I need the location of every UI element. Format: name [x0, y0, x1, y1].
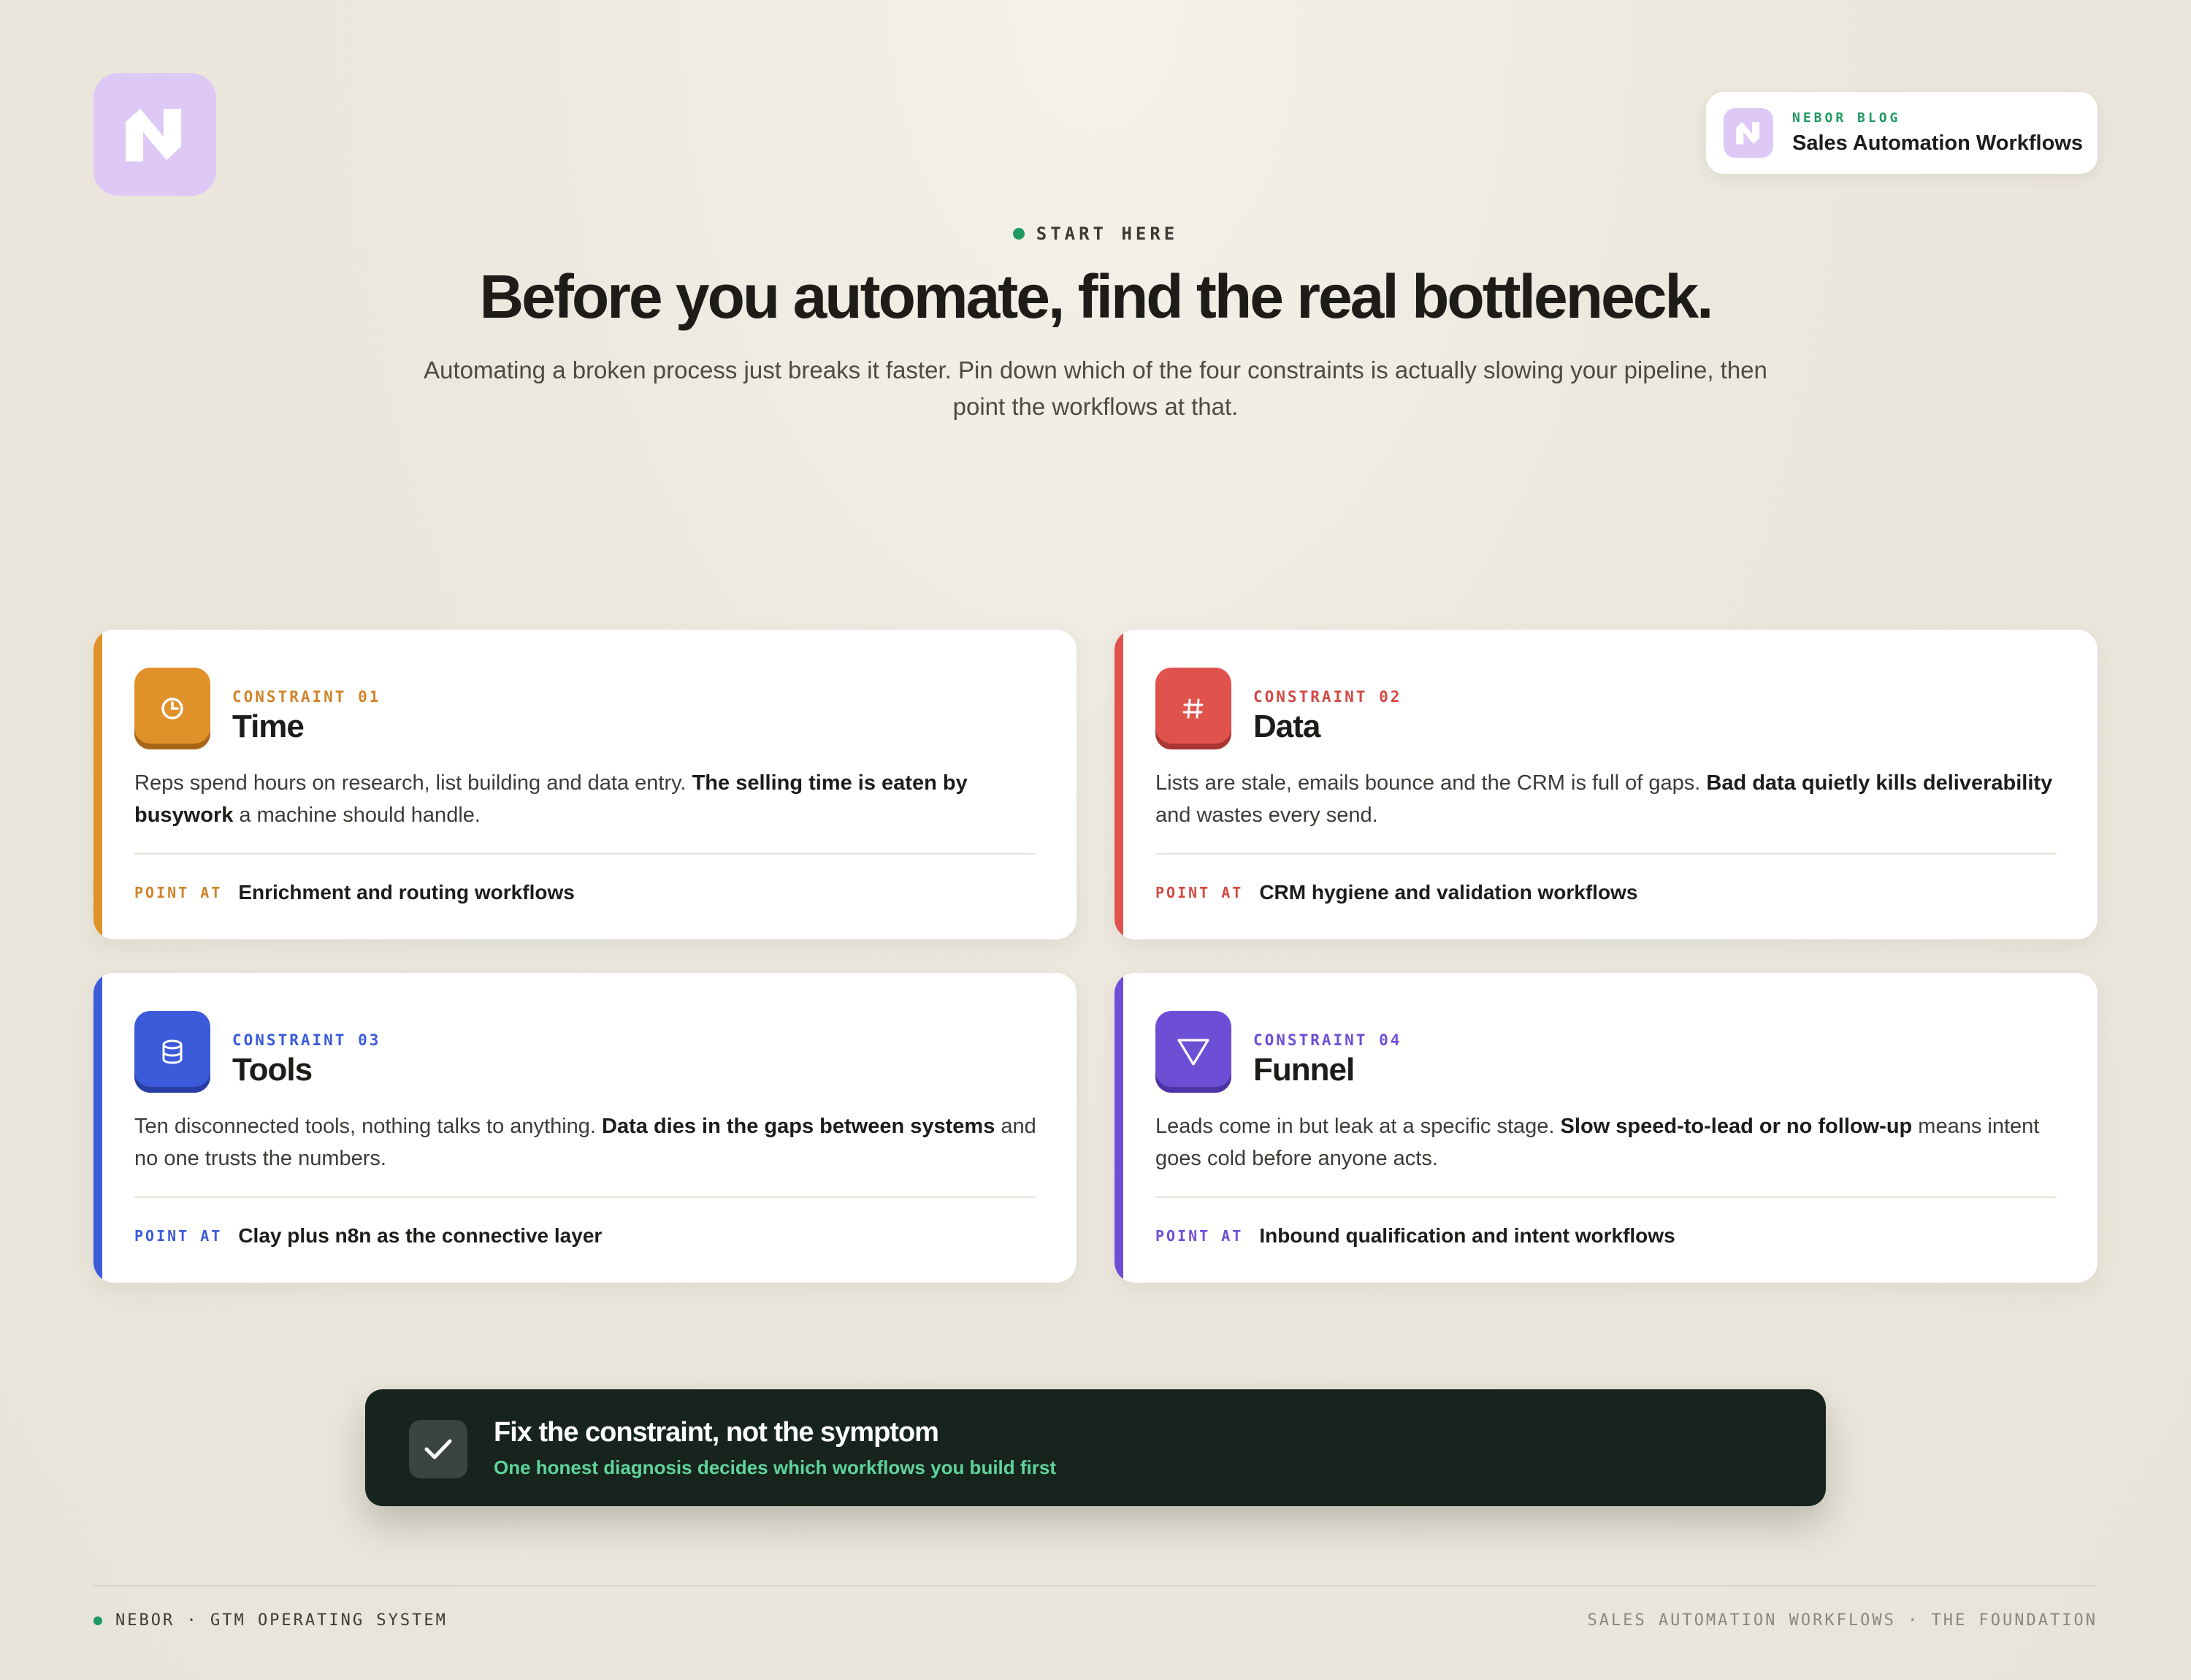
card-kicker: CONSTRAINT 01: [232, 688, 381, 706]
card-accent-bar: [1114, 973, 1123, 1283]
card-icon-tile: [1155, 668, 1231, 749]
card-point-at: POINT AT Inbound qualification and inten…: [1155, 1224, 1675, 1248]
card-kicker: CONSTRAINT 03: [232, 1031, 381, 1049]
card-body-text: and wastes every send.: [1155, 803, 1378, 827]
point-at-text: Enrichment and routing workflows: [238, 881, 575, 904]
card-body: Ten disconnected tools, nothing talks to…: [134, 1110, 1040, 1175]
card-point-at: POINT AT Clay plus n8n as the connective…: [134, 1224, 602, 1248]
blog-badge[interactable]: NEBOR BLOG Sales Automation Workflows: [1706, 92, 2098, 174]
blog-kicker: NEBOR BLOG: [1792, 110, 1901, 126]
footer-left-text: NEBOR · GTM OPERATING SYSTEM: [115, 1611, 448, 1630]
card-title: Tools: [232, 1052, 313, 1088]
card-body-emphasis: Data dies in the gaps between systems: [602, 1115, 995, 1138]
card-body: Leads come in but leak at a specific sta…: [1155, 1110, 2061, 1175]
footer-divider: [93, 1585, 2098, 1587]
card-divider: [134, 853, 1036, 855]
card-icon-tile: [134, 668, 210, 749]
hash-icon: [1182, 698, 1204, 719]
card-body-emphasis: Slow speed-to-lead or no follow-up: [1560, 1115, 1913, 1138]
card-point-at: POINT AT Enrichment and routing workflow…: [134, 881, 575, 904]
point-at-text: Clay plus n8n as the connective layer: [238, 1224, 603, 1247]
card-point-at: POINT AT CRM hygiene and validation work…: [1155, 881, 1637, 904]
card-kicker: CONSTRAINT 02: [1253, 688, 1402, 706]
hero-kicker: START HERE: [1036, 224, 1179, 244]
card-accent-bar: [93, 973, 102, 1283]
footer-brand: NEBOR · GTM OPERATING SYSTEM: [93, 1611, 448, 1630]
banner-subtitle: One honest diagnosis decides which workf…: [494, 1456, 1056, 1478]
card-body-text: a machine should handle.: [233, 803, 481, 827]
nebor-logo-icon: [126, 109, 181, 161]
database-icon: [162, 1039, 183, 1064]
footer-series: SALES AUTOMATION WORKFLOWS · THE FOUNDAT…: [1587, 1611, 2098, 1630]
card-body-text: Reps spend hours on research, list build…: [134, 771, 692, 795]
page-subtitle: Automating a broken process just breaks …: [424, 356, 1767, 420]
point-at-label: POINT AT: [134, 1227, 223, 1245]
card-body-text: Leads come in but leak at a specific sta…: [1155, 1115, 1561, 1138]
card-icon-tile: [1155, 1011, 1231, 1093]
blog-logo: [1724, 108, 1773, 158]
card-divider: [1155, 853, 2057, 855]
status-dot: [1012, 228, 1025, 240]
point-at-label: POINT AT: [134, 884, 223, 901]
card-title: Funnel: [1253, 1052, 1355, 1088]
card-icon-tile: [134, 1011, 210, 1093]
card-divider: [134, 1196, 1036, 1198]
card-title: Data: [1253, 709, 1320, 744]
card-divider: [1155, 1196, 2057, 1198]
constraint-card-tools[interactable]: CONSTRAINT 03 Tools Ten disconnected too…: [93, 973, 1077, 1283]
nebor-logo[interactable]: [93, 73, 216, 196]
card-body-text: Lists are stale, emails bounce and the C…: [1155, 771, 1707, 795]
card-title: Time: [232, 709, 305, 744]
blog-title: Sales Automation Workflows: [1792, 131, 2083, 155]
check-icon: [424, 1439, 452, 1459]
point-at-text: CRM hygiene and validation workflows: [1259, 881, 1638, 904]
card-kicker: CONSTRAINT 04: [1253, 1031, 1402, 1049]
card-body-text: Ten disconnected tools, nothing talks to…: [134, 1115, 603, 1138]
constraint-card-time[interactable]: CONSTRAINT 01 Time Reps spend hours on r…: [93, 630, 1077, 939]
card-accent-bar: [1114, 630, 1123, 939]
footer-right-text: SALES AUTOMATION WORKFLOWS · THE FOUNDAT…: [1587, 1611, 2098, 1630]
clock-icon: [161, 698, 183, 719]
point-at-label: POINT AT: [1155, 884, 1244, 901]
page-title: Before you automate, find the real bottl…: [479, 262, 1714, 331]
card-accent-bar: [93, 630, 102, 939]
constraint-card-funnel[interactable]: CONSTRAINT 04 Funnel Leads come in but l…: [1114, 973, 2098, 1283]
funnel-icon: [1177, 1039, 1209, 1066]
point-at-text: Inbound qualification and intent workflo…: [1259, 1224, 1675, 1247]
card-body: Lists are stale, emails bounce and the C…: [1155, 767, 2061, 831]
banner-title: Fix the constraint, not the symptom: [494, 1417, 939, 1448]
summary-banner: Fix the constraint, not the symptom One …: [365, 1389, 1826, 1506]
check-tile: [409, 1420, 467, 1478]
card-body: Reps spend hours on research, list build…: [134, 767, 1040, 831]
point-at-label: POINT AT: [1155, 1227, 1244, 1245]
nebor-logo-icon: [1736, 122, 1760, 145]
hero-kicker-row: START HERE: [0, 224, 2191, 244]
status-dot: [93, 1616, 102, 1625]
constraint-card-data[interactable]: CONSTRAINT 02 Data Lists are stale, emai…: [1114, 630, 2098, 939]
card-body-emphasis: Bad data quietly kills deliverability: [1706, 771, 2053, 795]
